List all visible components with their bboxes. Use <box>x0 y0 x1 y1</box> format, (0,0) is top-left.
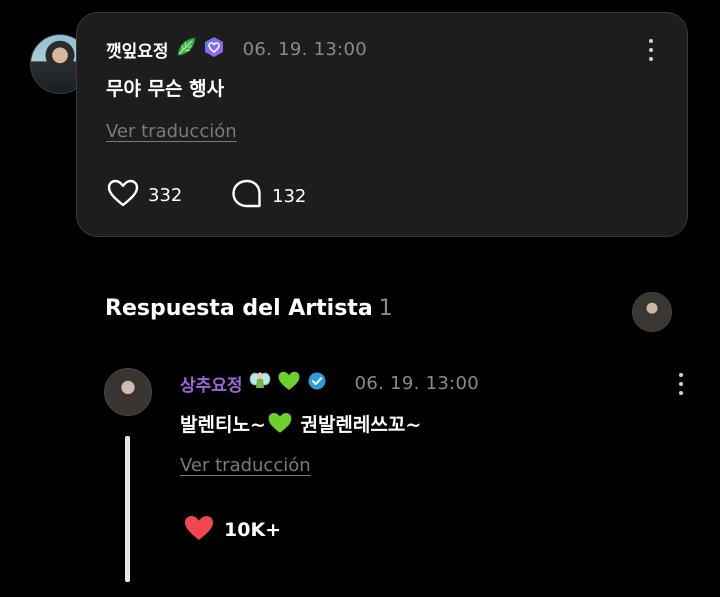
post-comment-count: 132 <box>272 185 307 207</box>
reply-like-count: 10K+ <box>224 519 282 541</box>
reply-like-button[interactable]: 10K+ <box>182 512 281 548</box>
reply-author-avatar[interactable] <box>104 368 152 416</box>
green-heart-icon <box>267 411 293 440</box>
heart-outline-icon <box>106 178 140 212</box>
artist-reply-heading: Respuesta del Artista 1 <box>105 296 393 321</box>
artist-avatar[interactable] <box>632 292 672 332</box>
post-timestamp: 06. 19. 13:00 <box>242 38 368 60</box>
artist-reply-count: 1 <box>378 296 393 321</box>
reply-header: 상추요정 06. 19. 13:00 <box>180 370 479 396</box>
comment-bubble-icon <box>230 178 264 214</box>
reply-body-part1: 발렌티노~ <box>180 414 266 436</box>
reply-more-icon[interactable] <box>671 369 691 399</box>
post-like-count: 332 <box>148 184 183 206</box>
artist-reply-title: Respuesta del Artista <box>105 296 373 321</box>
verified-icon <box>307 371 327 395</box>
fan-badge-icon <box>203 36 225 62</box>
post-header: 깻잎요정 06. 19. 13:00 <box>106 36 367 62</box>
leaf-icon <box>175 36 197 62</box>
green-heart-icon <box>277 370 301 396</box>
thread-line <box>125 436 130 582</box>
post-translate-link[interactable]: Ver traducción <box>106 121 237 142</box>
fairy-icon <box>249 370 271 396</box>
heart-filled-icon <box>182 512 216 548</box>
reply-timestamp: 06. 19. 13:00 <box>354 372 480 394</box>
post-comment-button[interactable]: 132 <box>230 178 306 214</box>
artist-reply-screen: 깻잎요정 06. 19. 13:00 무야 무슨 행사 Ver traducci… <box>0 0 720 597</box>
reply-translate-link[interactable]: Ver traducción <box>180 455 311 476</box>
post-like-button[interactable]: 332 <box>106 178 182 212</box>
post-body: 무야 무슨 행사 <box>106 78 225 100</box>
post-username[interactable]: 깻잎요정 <box>106 37 169 62</box>
reply-username[interactable]: 상추요정 <box>180 371 243 396</box>
post-more-icon[interactable] <box>641 35 661 65</box>
reply-body: 발렌티노~ 권발렌레쓰꼬~ <box>180 410 421 440</box>
reply-body-part2: 권발렌레쓰꼬~ <box>293 414 422 436</box>
